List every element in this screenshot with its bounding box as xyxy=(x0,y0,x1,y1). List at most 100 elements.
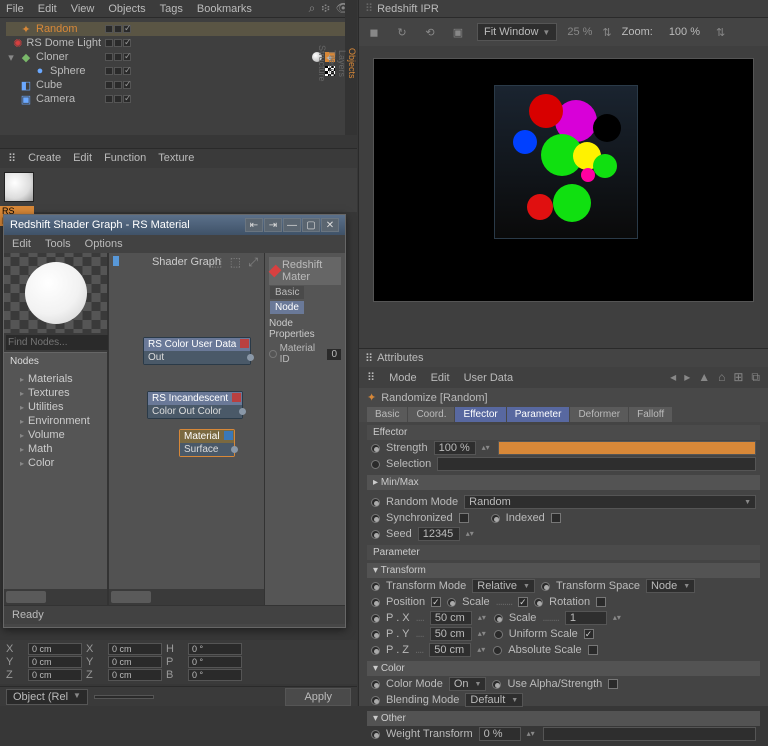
radio-position[interactable] xyxy=(371,598,380,607)
radio-usealpha[interactable] xyxy=(492,680,501,689)
search-icon[interactable]: ⌕ xyxy=(309,1,316,16)
radio-seed[interactable] xyxy=(371,530,380,539)
in-port[interactable] xyxy=(231,446,238,453)
seed-value[interactable]: 12345 xyxy=(418,527,460,541)
rotation-checkbox[interactable] xyxy=(596,597,606,607)
scale-checkbox[interactable] xyxy=(518,597,528,607)
radio-dot[interactable] xyxy=(269,350,277,358)
maximize-button[interactable]: ▢ xyxy=(302,218,320,232)
pz-value[interactable]: 50 cm xyxy=(429,643,471,657)
menu-view[interactable]: View xyxy=(71,3,95,15)
shader-edit[interactable]: Edit xyxy=(12,238,31,250)
node-incandescent[interactable]: RS Incandescent Color Out Color xyxy=(147,391,243,419)
object-camera[interactable]: ▣ Camera xyxy=(6,92,351,106)
x-pos[interactable]: 0 cm xyxy=(28,643,82,655)
cat-utilities[interactable]: Utilities xyxy=(10,400,101,414)
tab-coord[interactable]: Coord. xyxy=(408,407,454,422)
z-size[interactable]: 0 cm xyxy=(108,669,162,681)
p-rot[interactable]: 0 ° xyxy=(188,656,242,668)
py-value[interactable]: 50 cm xyxy=(430,627,472,641)
radio-random-mode[interactable] xyxy=(371,498,380,507)
zoom-value[interactable]: 100 % xyxy=(663,23,706,41)
window-titlebar[interactable]: Redshift Shader Graph - RS Material ⇤ ⇥ … xyxy=(4,215,345,235)
lock-icon[interactable]: ⟲ xyxy=(421,23,439,41)
radio-pz[interactable] xyxy=(371,646,380,655)
spin-icon[interactable]: ⇅ xyxy=(716,26,725,39)
x-size[interactable]: 0 cm xyxy=(108,643,162,655)
menu-bookmarks[interactable]: Bookmarks xyxy=(197,3,252,15)
out-port[interactable] xyxy=(247,354,254,361)
back-icon[interactable]: ◂ xyxy=(670,370,676,385)
radio-bmode[interactable] xyxy=(371,696,380,705)
other-header[interactable]: ▾ Other xyxy=(367,711,760,726)
spin-icon[interactable]: ▴▾ xyxy=(478,615,488,621)
spin-icon[interactable]: ▴▾ xyxy=(527,731,537,737)
radio-uniscale[interactable] xyxy=(494,630,503,639)
radio-sc1[interactable] xyxy=(494,614,503,623)
hscrollbar[interactable] xyxy=(4,589,107,605)
object-cube[interactable]: ◧ Cube xyxy=(6,78,351,92)
tab-parameter[interactable]: Parameter xyxy=(507,407,570,422)
cat-math[interactable]: Math xyxy=(10,442,101,456)
sync-checkbox[interactable] xyxy=(459,513,469,523)
menu-objects[interactable]: Objects xyxy=(108,3,145,15)
fwd-icon[interactable]: ▸ xyxy=(684,370,690,385)
menu-file[interactable]: File xyxy=(6,3,24,15)
shader-graph-canvas[interactable]: Shader Graph⬚ ⬚ ⤢ RS Color User Data Out… xyxy=(108,253,265,605)
h-rot[interactable]: 0 ° xyxy=(188,643,242,655)
radio-strength[interactable] xyxy=(371,444,380,453)
mat-function[interactable]: Function xyxy=(104,152,146,165)
object-sphere[interactable]: ● Sphere xyxy=(6,64,351,78)
asset-icon[interactable]: ⧉ xyxy=(751,370,760,385)
cat-color[interactable]: Color xyxy=(10,456,101,470)
object-cloner[interactable]: ▾ ◆ Cloner ✦ xyxy=(6,50,351,64)
radio-selection[interactable] xyxy=(371,460,380,469)
wtrans-slider[interactable] xyxy=(543,727,756,741)
tab-falloff[interactable]: Falloff xyxy=(629,407,672,422)
bmode-select[interactable]: Default▼ xyxy=(465,693,523,707)
object-dome-light[interactable]: ✺ RS Dome Light xyxy=(6,36,351,50)
random-mode-select[interactable]: Random▼ xyxy=(464,495,756,509)
minmax-header[interactable]: ▸ Min/Max xyxy=(367,475,760,490)
strength-value[interactable]: 100 % xyxy=(434,441,476,455)
radio-abscale[interactable] xyxy=(493,646,502,655)
up-icon[interactable]: ▲ xyxy=(698,370,710,385)
tspace-select[interactable]: Node▼ xyxy=(646,579,695,593)
matid-value[interactable]: 0 xyxy=(327,349,341,360)
object-random[interactable]: ✦ Random xyxy=(6,22,351,36)
spin-icon[interactable]: ▴▾ xyxy=(482,445,492,451)
sc-value[interactable]: 1 xyxy=(565,611,607,625)
tab-basic[interactable]: Basic xyxy=(270,286,304,299)
shader-tools[interactable]: Tools xyxy=(45,238,71,250)
z-pos[interactable]: 0 cm xyxy=(28,669,82,681)
mat-texture[interactable]: Texture xyxy=(158,152,194,165)
spin-icon[interactable]: ▴▾ xyxy=(466,531,476,537)
radio-tmode[interactable] xyxy=(371,582,380,591)
indexed-checkbox[interactable] xyxy=(551,513,561,523)
menu-edit[interactable]: Edit xyxy=(38,3,57,15)
radio-px[interactable] xyxy=(371,614,380,623)
radio-py[interactable] xyxy=(371,630,380,639)
mat-create[interactable]: Create xyxy=(28,152,61,165)
snapshot-icon[interactable]: ▣ xyxy=(449,23,467,41)
attr-userdata[interactable]: User Data xyxy=(464,372,514,384)
radio-sync[interactable] xyxy=(371,514,380,523)
spin-icon[interactable]: ▴▾ xyxy=(478,631,488,637)
fit-window-select[interactable]: Fit Window▼ xyxy=(477,23,557,41)
radio-cmode[interactable] xyxy=(371,680,380,689)
cat-materials[interactable]: Materials xyxy=(10,372,101,386)
graph-hscrollbar[interactable] xyxy=(109,589,264,605)
color-header[interactable]: ▾ Color xyxy=(367,661,760,676)
node-color-user-data[interactable]: RS Color User Data Out xyxy=(143,337,251,365)
b-rot[interactable]: 0 ° xyxy=(188,669,242,681)
y-pos[interactable]: 0 cm xyxy=(28,656,82,668)
node-material[interactable]: Material Surface xyxy=(179,429,235,457)
strength-slider[interactable] xyxy=(498,441,756,455)
fn-icon[interactable]: ⊞ xyxy=(733,370,743,385)
spin-icon[interactable]: ▴▾ xyxy=(477,647,487,653)
y-size[interactable]: 0 cm xyxy=(108,656,162,668)
transform-header[interactable]: ▾ Transform xyxy=(367,563,760,578)
position-checkbox[interactable] xyxy=(431,597,441,607)
radio-wtrans[interactable] xyxy=(371,730,380,739)
coord-mode-select2[interactable] xyxy=(94,695,154,699)
